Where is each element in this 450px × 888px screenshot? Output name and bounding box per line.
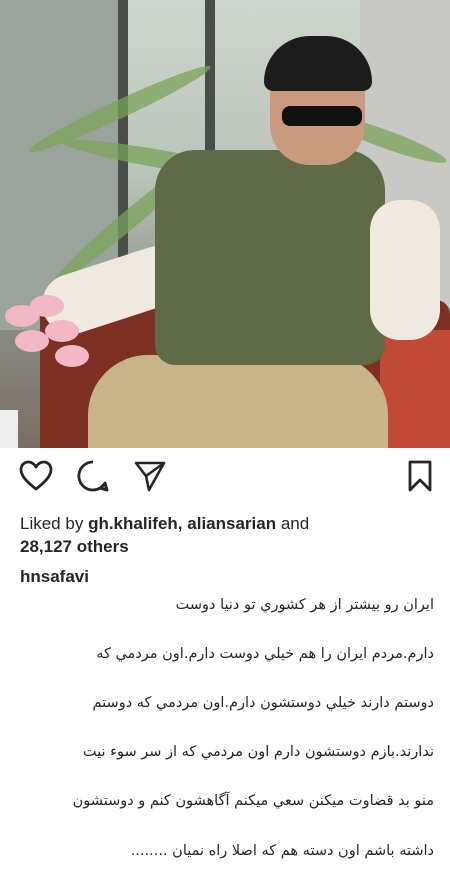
sofa-arm — [380, 330, 450, 448]
caption-line: دارم.مردم ایران را هم خیلي دوست دارم.اون… — [96, 645, 434, 662]
likes-and: and — [280, 514, 310, 533]
person-hair — [264, 36, 372, 91]
caption-line: داشته باشم اون دسته هم که اصلا راه نمیان… — [130, 842, 434, 859]
comment-icon — [77, 460, 109, 492]
liker-link[interactable]: gh.khalifeh — [88, 514, 178, 533]
caption-line: دوستم دارند خیلي دوستشون دارم.اون مردمي … — [92, 694, 434, 711]
caption-line: ندارند.بازم دوستشون دارم اون مردمي که از… — [82, 744, 434, 761]
person-vest — [155, 150, 385, 365]
liker-separator: , — [177, 514, 183, 533]
likes-prefix: Liked by — [20, 514, 84, 533]
post-photo[interactable] — [0, 0, 450, 448]
person-arm — [370, 200, 440, 340]
likes-summary: Liked by gh.khalifeh, aliansarian and 28… — [20, 512, 440, 558]
flower-plant — [0, 295, 90, 415]
bookmark-icon — [408, 460, 432, 492]
person-legs — [88, 355, 388, 448]
comment-button[interactable] — [73, 456, 113, 496]
share-button[interactable] — [130, 456, 170, 496]
flower-pot — [0, 410, 18, 448]
paper-plane-icon — [134, 461, 166, 492]
others-count-link[interactable]: 28,127 others — [20, 537, 129, 556]
like-button[interactable] — [16, 456, 56, 496]
caption-line: منو بد قضاوت میکنن سعي میکنم آگاهشون کنم… — [72, 793, 434, 810]
save-button[interactable] — [400, 456, 440, 496]
caption-text: ایران رو بیشتر از هر کشوري تو دنیا دوست … — [18, 568, 434, 888]
heart-icon — [19, 460, 53, 491]
caption-line: ایران رو بیشتر از هر کشوري تو دنیا دوست — [175, 596, 434, 613]
sunglasses — [282, 106, 362, 126]
liker-link[interactable]: aliansarian — [187, 514, 276, 533]
